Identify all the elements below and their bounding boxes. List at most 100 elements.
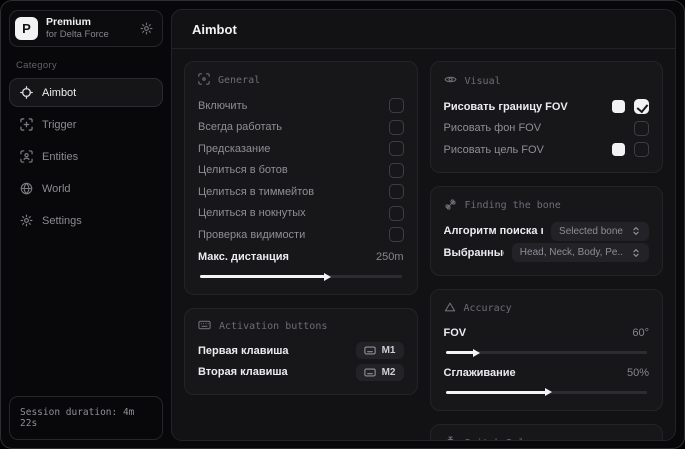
slider-label-row: FOV 60°: [444, 323, 650, 345]
toggle-row: Включить: [198, 95, 404, 117]
toggle-row: Проверка видимости: [198, 224, 404, 246]
select-row: Выбранные кос Head, Neck, Body, Pe..: [443, 242, 649, 264]
stopwatch-icon: [444, 436, 457, 440]
toggle-label: Предсказание: [198, 142, 271, 155]
eye-icon: [443, 73, 457, 89]
toggle-row: Рисовать цель FOV: [443, 139, 649, 161]
panel-title: Accuracy: [463, 302, 512, 314]
slider-label: Макс. дистанция: [198, 251, 289, 264]
unfold-icon: [631, 248, 641, 258]
sidebar-item-trigger[interactable]: Trigger: [9, 110, 163, 139]
page-title: Aimbot: [172, 10, 675, 49]
panel-title: Activation buttons: [219, 321, 328, 332]
keybind-label: Вторая клавиша: [198, 366, 288, 379]
brand-logo: P: [15, 17, 38, 40]
toggle-row: Целиться в ботов: [198, 160, 404, 182]
checkbox[interactable]: [634, 142, 649, 158]
panel-accuracy: Accuracy FOV 60° Сглаживание 50%: [429, 288, 663, 411]
session-duration: Session duration: 4m 22s: [9, 396, 163, 440]
toggle-row: Целиться в нокнутых: [198, 203, 404, 225]
panel-general-header: General: [198, 73, 404, 88]
checkbox[interactable]: [388, 184, 404, 200]
panel-title: Visual: [464, 75, 501, 87]
panel-visual: Visual Рисовать границу FOV Рисовать фон…: [429, 61, 663, 173]
checkbox[interactable]: [388, 205, 404, 221]
checkbox[interactable]: [388, 98, 404, 114]
slider-value: 50%: [626, 366, 649, 379]
slider-label-row: Сглаживание 50%: [444, 362, 650, 384]
checkbox[interactable]: [388, 227, 404, 243]
panel-finding-bone: Finding the bone Алгоритм поиска кост Se…: [429, 185, 663, 276]
select-value: Selected bone: [559, 225, 623, 237]
checkbox[interactable]: [634, 99, 649, 115]
sidebar-item-label: Trigger: [42, 118, 77, 131]
sidebar-item-world[interactable]: World: [9, 174, 163, 203]
toggle-label: Целиться в ботов: [198, 164, 288, 177]
globe-icon: [20, 182, 33, 195]
sidebar-item-entities[interactable]: Entities: [9, 142, 163, 171]
toggle-row: Предсказание: [198, 138, 404, 160]
slider-label-row: Макс. дистанция 250m: [198, 247, 404, 269]
color-swatch[interactable]: [612, 100, 625, 114]
selected-bones-select[interactable]: Head, Neck, Body, Pe..: [511, 243, 649, 263]
keybind-row: Вторая клавиша M2: [198, 362, 404, 384]
smoothing-slider[interactable]: [445, 390, 647, 394]
panel-title: Finding the bone: [464, 200, 561, 211]
keyboard-icon: [363, 346, 376, 355]
right-column: Visual Рисовать границу FOV Рисовать фон…: [429, 61, 663, 440]
sidebar-nav: Aimbot Trigger Entities World Settings: [9, 78, 163, 235]
max-distance-slider[interactable]: [200, 275, 402, 278]
select-row: Алгоритм поиска кост Selected bone: [443, 221, 649, 243]
gear-icon: [20, 214, 33, 227]
checkbox[interactable]: [388, 141, 404, 157]
color-swatch[interactable]: [612, 143, 625, 157]
triangle-icon: [444, 301, 456, 316]
keyboard-icon: [363, 368, 376, 377]
row-controls: [612, 142, 649, 158]
gear-icon[interactable]: [140, 22, 153, 35]
panel-switch-delay-header: Switch Delay: [444, 436, 650, 440]
keybind-label: Первая клавиша: [198, 344, 289, 357]
sidebar-item-settings[interactable]: Settings: [9, 206, 163, 235]
toggle-label: Рисовать цель FOV: [443, 143, 544, 156]
crosshair-icon: [20, 86, 33, 99]
page-content: General Включить Всегда работать Предска…: [172, 49, 675, 440]
smoothing-slider-group: Сглаживание 50%: [444, 362, 650, 394]
slider-fill: [200, 275, 325, 278]
checkbox[interactable]: [388, 162, 404, 178]
slider-label: Сглаживание: [443, 366, 516, 379]
category-label: Category: [16, 60, 57, 71]
keybind-value: M2: [381, 366, 396, 378]
checkbox[interactable]: [634, 120, 649, 136]
keybind-value: M1: [381, 345, 396, 357]
keybind-button[interactable]: M1: [355, 342, 404, 360]
brand-card: P Premium for Delta Force: [9, 10, 163, 47]
panel-activation-buttons: Activation buttons Первая клавиша M1 Вто…: [184, 308, 418, 395]
main-panel: Aimbot General Включить Всегда работать …: [171, 9, 676, 441]
brand-text: Premium for Delta Force: [46, 16, 109, 41]
panel-activation-header: Activation buttons: [198, 320, 404, 333]
panel-bone-header: Finding the bone: [444, 198, 650, 214]
bone-icon: [444, 198, 457, 214]
fov-slider-group: FOV 60°: [444, 323, 650, 354]
bone-algorithm-select[interactable]: Selected bone: [551, 221, 649, 241]
keybind-button[interactable]: M2: [355, 363, 404, 381]
toggle-label: Рисовать фон FOV: [443, 122, 542, 135]
checkbox[interactable]: [388, 119, 404, 135]
max-distance-slider-group: Макс. дистанция 250m: [198, 247, 404, 278]
crosshair-icon: [198, 73, 210, 88]
toggle-label: Целиться в тиммейтов: [198, 185, 315, 198]
select-label: Алгоритм поиска кост: [443, 225, 544, 238]
toggle-row: Целиться в тиммейтов: [198, 181, 404, 203]
toggle-label: Проверка видимости: [198, 228, 306, 241]
toggle-label: Всегда работать: [198, 121, 283, 134]
select-label: Выбранные кос: [443, 246, 504, 259]
fov-slider[interactable]: [445, 351, 647, 354]
app-window: P Premium for Delta Force Category Aimbo…: [0, 0, 685, 449]
focus-plus-icon: [20, 118, 33, 131]
sidebar-item-aimbot[interactable]: Aimbot: [9, 78, 163, 107]
toggle-row: Всегда работать: [198, 117, 404, 139]
panel-accuracy-header: Accuracy: [444, 301, 650, 316]
slider-value: 60°: [632, 327, 649, 340]
panel-title: General: [218, 75, 261, 86]
